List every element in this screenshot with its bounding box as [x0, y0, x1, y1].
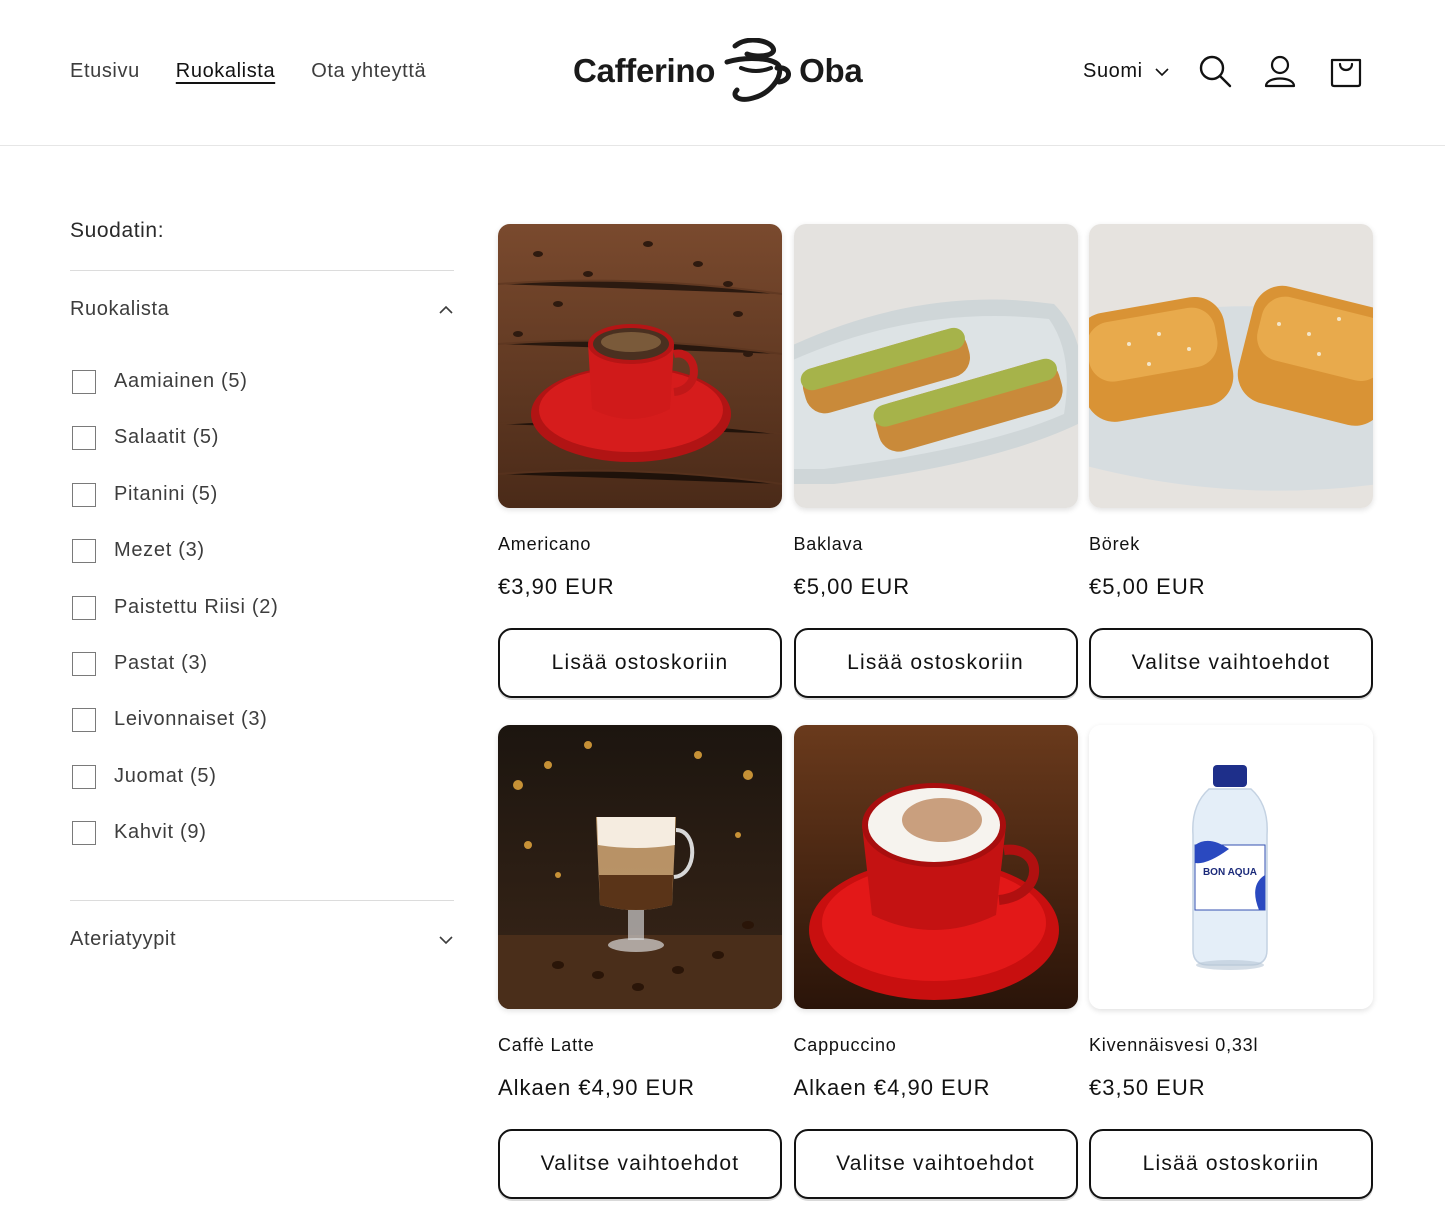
product-card: Americano €3,90 EUR Lisää ostoskoriin: [498, 224, 782, 698]
product-card: Caffè Latte Alkaen €4,90 EUR Valitse vai…: [498, 725, 782, 1199]
product-card: BON AQUA Kivennäisvesi 0,33l €3,50 EUR L…: [1089, 725, 1373, 1199]
product-image-mineral-water[interactable]: BON AQUA: [1089, 725, 1373, 1009]
checkbox[interactable]: [72, 708, 96, 733]
product-image-borek[interactable]: [1089, 224, 1373, 508]
product-price: €3,90 EUR: [498, 574, 615, 599]
chevron-up-icon: [439, 305, 453, 314]
nav-link-etusivu[interactable]: Etusivu: [70, 60, 140, 83]
chevron-down-icon: [1155, 67, 1169, 76]
filter-option-label: Paistettu Riisi (2): [114, 595, 279, 618]
filter-group-ruokalista-toggle[interactable]: Ruokalista: [70, 298, 454, 321]
coffee-cup-logo-icon: [724, 38, 792, 102]
filter-group-label: Ateriatyypit: [70, 928, 177, 950]
logo-text-left: Cafferino: [573, 52, 716, 89]
product-price: €5,00 EUR: [793, 574, 911, 599]
product-image-caffe-latte[interactable]: [498, 725, 782, 1009]
account-icon[interactable]: [1263, 54, 1297, 88]
filter-option[interactable]: Juomat (5): [72, 764, 278, 821]
search-icon[interactable]: [1198, 54, 1232, 88]
checkbox[interactable]: [72, 651, 96, 676]
product-price: €5,00 EUR: [1089, 574, 1206, 599]
filter-option[interactable]: Pastat (3): [72, 651, 278, 708]
filter-option-label: Salaatit (5): [114, 426, 220, 449]
filter-option[interactable]: Salaatit (5): [72, 426, 278, 482]
language-label: Suomi: [1083, 60, 1143, 82]
checkbox[interactable]: [72, 539, 96, 564]
product-image-cappuccino[interactable]: [793, 725, 1078, 1009]
add-to-cart-button[interactable]: Lisää ostoskoriin: [1089, 1129, 1373, 1199]
filter-option-label: Juomat (5): [114, 764, 217, 787]
checkbox[interactable]: [72, 595, 96, 620]
product-name[interactable]: Cappuccino: [794, 1035, 897, 1056]
filter-option-label: Pitanini (5): [114, 482, 218, 505]
checkbox[interactable]: [72, 426, 96, 451]
choose-options-button[interactable]: Valitse vaihtoehdot: [793, 1129, 1078, 1199]
product-card: Cappuccino Alkaen €4,90 EUR Valitse vaih…: [793, 725, 1078, 1199]
filter-option-label: Pastat (3): [114, 651, 208, 674]
product-card: Börek €5,00 EUR Valitse vaihtoehdot: [1089, 224, 1373, 698]
checkbox[interactable]: [72, 370, 96, 394]
site-header: Etusivu Ruokalista Ota yhteyttä Cafferin…: [0, 0, 1445, 146]
product-price: €3,50 EUR: [1089, 1075, 1206, 1100]
choose-options-button[interactable]: Valitse vaihtoehdot: [498, 1129, 782, 1199]
filter-options-list: Aamiainen (5) Salaatit (5) Pitanini (5) …: [72, 370, 278, 878]
filter-option-label: Aamiainen (5): [114, 370, 248, 392]
main-nav: Etusivu Ruokalista Ota yhteyttä: [70, 60, 426, 83]
product-name[interactable]: Caffè Latte: [498, 1035, 595, 1056]
product-image-baklava[interactable]: [793, 224, 1078, 508]
filter-option-label: Kahvit (9): [114, 821, 207, 844]
filter-option[interactable]: Mezet (3): [72, 539, 278, 595]
product-name[interactable]: Baklava: [794, 534, 864, 555]
product-card: Baklava €5,00 EUR Lisää ostoskoriin: [793, 224, 1078, 698]
language-selector[interactable]: Suomi: [1083, 60, 1169, 83]
nav-link-ota-yhteytta[interactable]: Ota yhteyttä: [311, 60, 426, 83]
filter-option[interactable]: Paistettu Riisi (2): [72, 595, 279, 652]
filter-title: Suodatin:: [70, 219, 165, 242]
product-name[interactable]: Kivennäisvesi 0,33l: [1089, 1035, 1258, 1056]
checkbox[interactable]: [72, 821, 96, 846]
filter-option-label: Mezet (3): [114, 539, 205, 562]
checkbox[interactable]: [72, 764, 96, 789]
filter-divider: [70, 900, 454, 901]
filter-option[interactable]: Aamiainen (5): [72, 370, 278, 426]
cart-icon[interactable]: [1329, 54, 1363, 88]
filter-option[interactable]: Leivonnaiset (3): [72, 708, 278, 764]
filter-option-label: Leivonnaiset (3): [114, 708, 268, 731]
product-image-americano[interactable]: [498, 224, 782, 508]
add-to-cart-button[interactable]: Lisää ostoskoriin: [793, 628, 1078, 698]
filter-divider: [70, 270, 454, 271]
choose-options-button[interactable]: Valitse vaihtoehdot: [1089, 628, 1373, 698]
bottle-label-text: BON AQUA: [1203, 867, 1257, 878]
product-price: Alkaen €4,90 EUR: [498, 1075, 695, 1100]
logo-text-right: Oba: [799, 52, 863, 89]
nav-link-ruokalista[interactable]: Ruokalista: [176, 60, 275, 83]
add-to-cart-button[interactable]: Lisää ostoskoriin: [498, 628, 782, 698]
filter-option[interactable]: Kahvit (9): [72, 821, 278, 877]
product-grid: Americano €3,90 EUR Lisää ostoskoriin Ba…: [498, 224, 1373, 1199]
filter-option[interactable]: Pitanini (5): [72, 482, 278, 539]
product-price: Alkaen €4,90 EUR: [793, 1075, 991, 1100]
filter-group-label: Ruokalista: [70, 298, 170, 320]
product-name[interactable]: Americano: [498, 534, 591, 555]
checkbox[interactable]: [72, 482, 96, 507]
product-name[interactable]: Börek: [1089, 534, 1140, 555]
site-logo[interactable]: Cafferino Oba: [573, 38, 863, 104]
filter-group-ateriatyypit-toggle[interactable]: Ateriatyypit: [70, 928, 454, 951]
chevron-down-icon: [439, 935, 453, 944]
